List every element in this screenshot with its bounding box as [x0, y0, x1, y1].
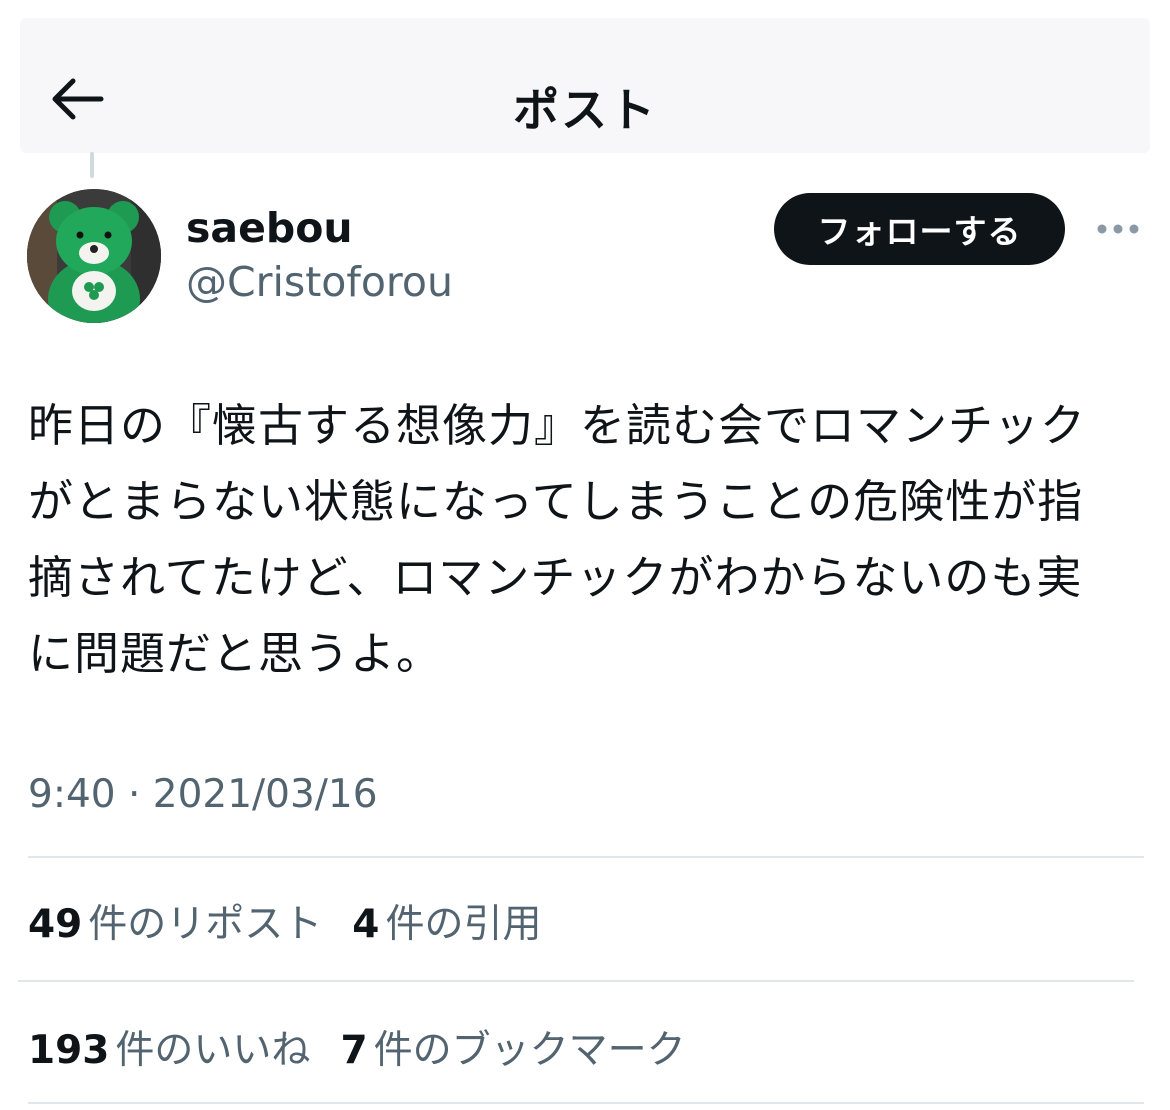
- likes-count: 193: [28, 1028, 110, 1073]
- bookmarks-stat[interactable]: 7 件のブックマーク: [340, 1019, 685, 1075]
- top-bar: ポスト: [20, 18, 1150, 153]
- likes-label: 件のいいね: [115, 1028, 311, 1073]
- author-display-name[interactable]: saebou: [186, 204, 353, 252]
- post-timestamp[interactable]: 9:40 · 2021/03/16: [28, 772, 378, 817]
- post-text-line: に問題だと思うよ。: [28, 627, 443, 680]
- post-text: 昨日の『懐古する想像力』を読む会でロマンチック がとまらない状態になってしまうこ…: [28, 388, 1148, 692]
- follow-button[interactable]: フォローする: [774, 193, 1065, 265]
- stats-row-likes: 193 件のいいね 7 件のブックマーク: [28, 1019, 716, 1075]
- bookmarks-count: 7: [340, 1028, 368, 1073]
- stats-row-reposts: 49 件のリポスト 4 件の引用: [28, 893, 571, 949]
- reposts-label: 件のリポスト: [88, 902, 323, 947]
- divider: [28, 1102, 1144, 1104]
- post-text-line: 摘されてたけど、ロマンチックがわからないのも実: [28, 551, 1083, 604]
- quotes-count: 4: [352, 902, 380, 947]
- page-title: ポスト: [513, 83, 657, 137]
- quotes-stat[interactable]: 4 件の引用: [352, 893, 541, 949]
- divider: [18, 980, 1134, 982]
- divider: [28, 856, 1144, 858]
- reposts-count: 49: [28, 902, 83, 947]
- quotes-label: 件の引用: [385, 902, 542, 947]
- thread-connector-line: [90, 152, 94, 178]
- reposts-stat[interactable]: 49 件のリポスト: [28, 893, 322, 949]
- bookmarks-label: 件のブックマーク: [373, 1028, 686, 1073]
- green-teddy-bear-avatar-icon: [27, 189, 161, 323]
- more-horizontal-icon: [1097, 224, 1139, 234]
- likes-stat[interactable]: 193 件のいいね: [28, 1019, 310, 1075]
- post-text-line: がとまらない状態になってしまうことの危険性が指: [28, 475, 1084, 528]
- more-options-button[interactable]: [1088, 212, 1148, 246]
- avatar[interactable]: [27, 189, 161, 323]
- post-text-line: 昨日の『懐古する想像力』を読む会でロマンチック: [28, 399, 1087, 452]
- author-handle[interactable]: @Cristoforou: [186, 258, 453, 306]
